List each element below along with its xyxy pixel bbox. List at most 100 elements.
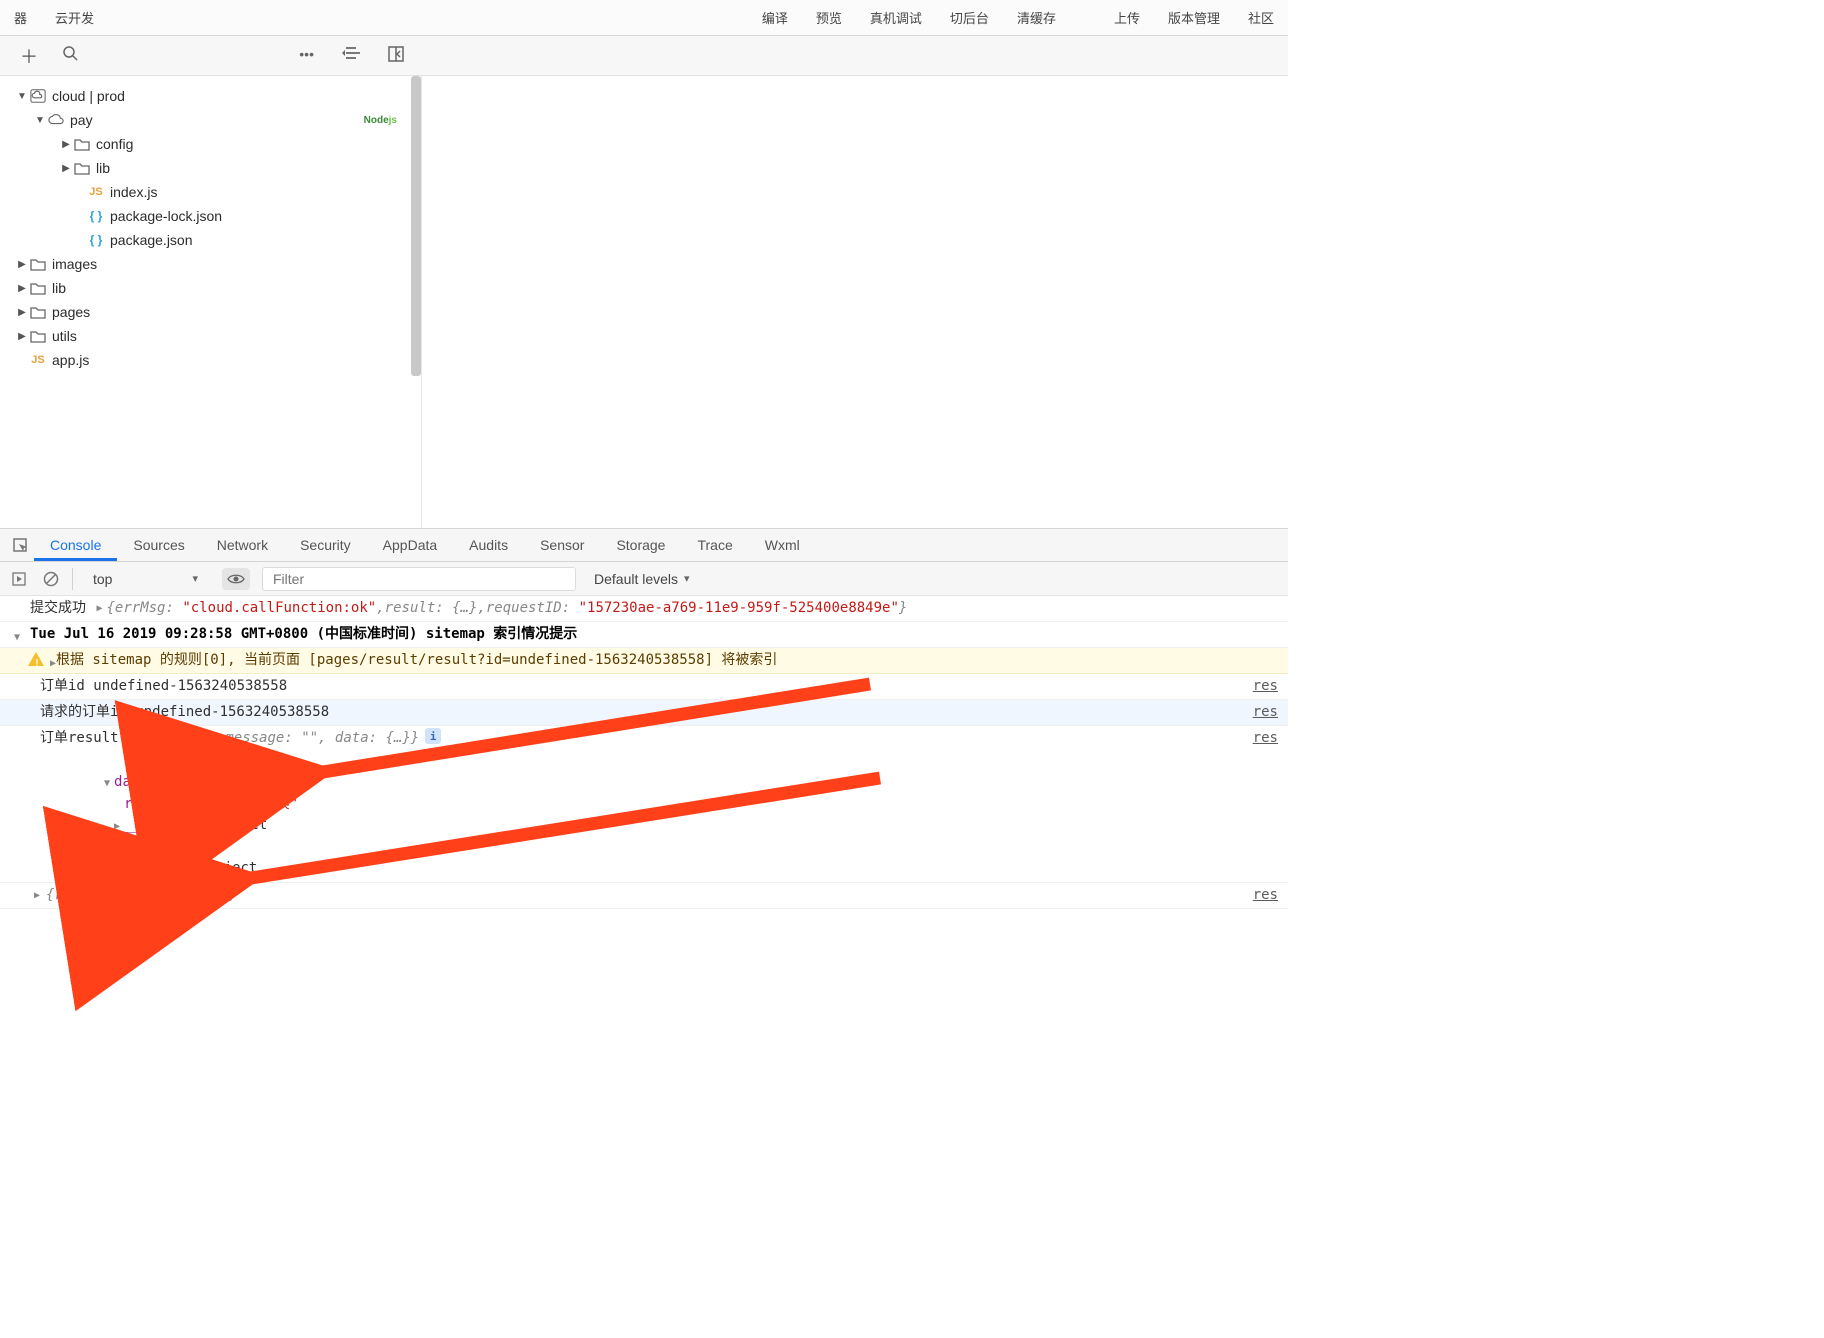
console-object-property[interactable]: ▶__proto__: Object [0,815,1288,837]
cloud-icon [48,112,64,128]
tree-label: index.js [110,184,157,200]
source-link[interactable]: res [1253,885,1278,906]
tree-arrow-icon: ▼ [16,91,28,102]
collapse-icon[interactable] [388,46,404,65]
console-object-row[interactable]: 订单result ▼ {code: 1, message: "", data: … [0,726,1288,751]
clear-console-icon[interactable] [38,566,64,592]
tree-item-images[interactable]: ▶ images [0,252,421,276]
live-expression-icon[interactable] [222,568,250,590]
toolbar-upload[interactable]: 上传 [1100,0,1154,35]
tree-label: utils [52,328,77,344]
toolbar-preview[interactable]: 预览 [802,0,856,35]
console-object-property[interactable]: ▶__proto__: Object [0,858,1288,883]
tree-item-package-lock-json[interactable]: { } package-lock.json [0,204,421,228]
tree-item-package-json[interactable]: { } package.json [0,228,421,252]
search-icon[interactable] [62,45,78,66]
context-select[interactable]: top [81,566,216,592]
filter-input[interactable] [262,567,576,591]
main-split: ▼cloud | prod▼payNodejs▶config▶libJSinde… [0,76,1288,528]
toolbar-version[interactable]: 版本管理 [1154,0,1234,35]
folder-icon [30,256,46,272]
inspect-icon[interactable] [6,528,34,562]
tree-item-index-js[interactable]: JS index.js [0,180,421,204]
tree-item-pay[interactable]: ▼payNodejs [0,108,421,132]
console-filter-bar: top Default levels [0,562,1288,596]
tree-label: images [52,256,97,272]
json-icon: { } [88,232,104,248]
folder-icon [30,304,46,320]
editor-pane [422,76,1288,528]
file-explorer[interactable]: ▼cloud | prod▼payNodejs▶config▶libJSinde… [0,76,422,528]
console-object-property[interactable]: return_msg: "签名错误" [0,794,1288,815]
toolbar-real-debug[interactable]: 真机调试 [856,0,936,35]
source-link[interactable]: res [1253,702,1278,723]
toolbar-background[interactable]: 切后台 [936,0,1003,35]
tree-item-utils[interactable]: ▶ utils [0,324,421,348]
json-icon: { } [88,208,104,224]
tree-item-config[interactable]: ▶ config [0,132,421,156]
tab-sources[interactable]: Sources [117,529,200,561]
console-group-header[interactable]: ▼ Tue Jul 16 2019 09:28:58 GMT+0800 (中国标… [0,622,1288,648]
console-prompt[interactable]: ❯ [0,909,1288,913]
toolbar-clear-cache[interactable]: 清缓存 [1003,0,1070,35]
tab-security[interactable]: Security [284,529,367,561]
tree-label: pages [52,304,90,320]
tab-appdata[interactable]: AppData [367,529,453,561]
tab-wxml[interactable]: Wxml [749,529,816,561]
tree-item-app-js[interactable]: JS app.js [0,348,421,372]
tab-sensor[interactable]: Sensor [524,529,600,561]
tree-arrow-icon: ▶ [60,139,72,150]
tab-network[interactable]: Network [201,529,284,561]
new-file-icon[interactable]: ＋ [20,43,38,69]
js-icon: JS [88,184,104,200]
play-icon[interactable] [6,566,32,592]
tree-item-lib[interactable]: ▶lib [0,156,421,180]
tree-label: cloud | prod [52,88,125,104]
tree-item-cloud-prod[interactable]: ▼ cloud | prod [0,84,421,108]
explorer-toolbar: ＋ ••• [0,36,1288,76]
js-icon: JS [30,352,46,368]
console-log-row[interactable]: 提交成功 ▶ {errMsg: "cloud.callFunction:ok",… [0,596,1288,622]
console-log-row[interactable]: 请求的订单id undefined-1563240538558 res [0,700,1288,726]
console-object-property[interactable]: message: "" [0,837,1288,858]
toolbar-compile[interactable]: 编译 [748,0,802,35]
scrollbar-thumb[interactable] [411,76,421,376]
console-output: 提交成功 ▶ {errMsg: "cloud.callFunction:ok",… [0,596,1288,913]
source-link[interactable]: res [1253,728,1278,749]
tree-item-pages[interactable]: ▶ pages [0,300,421,324]
tree-arrow-icon: ▶ [16,259,28,270]
more-icon[interactable]: ••• [299,46,314,65]
devtools-tabs: ConsoleSourcesNetworkSecurityAppDataAudi… [0,528,1288,562]
console-warning-row[interactable]: ▶ 根据 sitemap 的规则[0], 当前页面 [pages/result/… [0,648,1288,674]
console-log-row[interactable]: 订单id undefined-1563240538558 res [0,674,1288,700]
tree-label: package-lock.json [110,208,222,224]
console-object-property[interactable]: code: 1 [0,751,1288,772]
tree-item-lib[interactable]: ▶ lib [0,276,421,300]
tab-console[interactable]: Console [34,529,117,561]
tree-label: pay [70,112,93,128]
console-object-row[interactable]: ▶ {return_msg: "签名错误"} res [0,883,1288,909]
tab-trace[interactable]: Trace [681,529,748,561]
toolbar-debugger[interactable]: 器 [0,0,41,35]
tree-label: app.js [52,352,89,368]
tree-label: lib [52,280,66,296]
tree-label: package.json [110,232,193,248]
cloud-box-icon [30,88,46,104]
warning-icon [28,652,44,673]
top-toolbar: 器 云开发 编译 预览 真机调试 切后台 清缓存 上传 版本管理 社区 [0,0,1288,36]
tab-storage[interactable]: Storage [600,529,681,561]
toolbar-community[interactable]: 社区 [1234,0,1288,35]
format-icon[interactable] [342,46,360,65]
toolbar-cloud-dev[interactable]: 云开发 [41,0,108,35]
log-levels-select[interactable]: Default levels [590,571,694,587]
tree-arrow-icon: ▶ [16,283,28,294]
console-object-property[interactable]: ▼data: [0,772,1288,794]
tree-arrow-icon: ▶ [16,331,28,342]
tree-label: lib [96,160,110,176]
tree-arrow-icon: ▶ [16,307,28,318]
folder-icon [74,136,90,152]
tab-audits[interactable]: Audits [453,529,524,561]
source-link[interactable]: res [1253,676,1278,697]
folder-icon [74,160,90,176]
tree-label: config [96,136,133,152]
